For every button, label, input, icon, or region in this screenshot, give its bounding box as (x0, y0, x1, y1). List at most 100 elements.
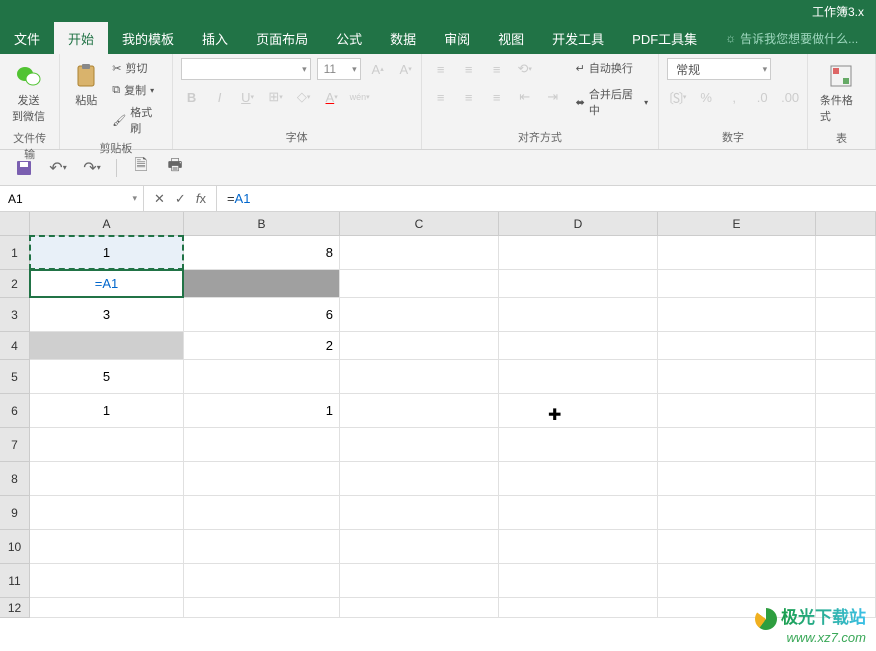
save-button[interactable] (14, 158, 34, 178)
cell-extra-7[interactable] (816, 428, 876, 462)
row-header-7[interactable]: 7 (0, 428, 30, 462)
phonetic-button[interactable]: wén▾ (349, 86, 371, 108)
cell-a6[interactable]: 1 (30, 394, 184, 428)
cell-d8[interactable] (499, 462, 658, 496)
cell-extra-10[interactable] (816, 530, 876, 564)
cell-a2[interactable]: =A1 (30, 270, 184, 298)
cell-b9[interactable] (184, 496, 340, 530)
col-header-c[interactable]: C (340, 212, 499, 236)
col-header-d[interactable]: D (499, 212, 658, 236)
cell-a10[interactable] (30, 530, 184, 564)
cell-extra-4[interactable] (816, 332, 876, 360)
send-to-wechat-button[interactable]: 发送 到微信 (8, 58, 49, 128)
cell-a11[interactable] (30, 564, 184, 598)
cell-a5[interactable]: 5 (30, 360, 184, 394)
cell-d9[interactable] (499, 496, 658, 530)
merge-center-button[interactable]: ⬌合并后居中▾ (574, 84, 650, 120)
tell-me[interactable]: ☼ 告诉我您想要做什么... (725, 22, 858, 54)
confirm-formula-button[interactable]: ✓ (175, 191, 186, 207)
cell-c7[interactable] (340, 428, 499, 462)
cell-c10[interactable] (340, 530, 499, 564)
cell-b7[interactable] (184, 428, 340, 462)
conditional-formatting-button[interactable]: 条件格式 (816, 58, 867, 128)
cell-d1[interactable] (499, 236, 658, 270)
cell-b3[interactable]: 6 (184, 298, 340, 332)
cell-e4[interactable] (658, 332, 816, 360)
cell-e12[interactable] (658, 598, 816, 618)
cell-d6[interactable] (499, 394, 658, 428)
align-bottom-button[interactable]: ≡ (486, 58, 508, 80)
copy-button[interactable]: ⧉复制▾ (110, 80, 163, 100)
fill-color-button[interactable]: ◇▾ (293, 86, 315, 108)
cell-b10[interactable] (184, 530, 340, 564)
cell-e6[interactable] (658, 394, 816, 428)
cell-extra-5[interactable] (816, 360, 876, 394)
menu-layout[interactable]: 页面布局 (242, 22, 322, 54)
comma-button[interactable]: , (723, 86, 745, 108)
col-header-extra[interactable] (816, 212, 876, 236)
increase-font-button[interactable]: A▴ (367, 58, 389, 80)
undo-button[interactable]: ↶▾ (48, 158, 68, 178)
cell-c6[interactable] (340, 394, 499, 428)
row-header-12[interactable]: 12 (0, 598, 30, 618)
cell-b6[interactable]: 1 (184, 394, 340, 428)
percent-button[interactable]: % (695, 86, 717, 108)
cell-extra-3[interactable] (816, 298, 876, 332)
cell-c4[interactable] (340, 332, 499, 360)
align-top-button[interactable]: ≡ (430, 58, 452, 80)
col-header-e[interactable]: E (658, 212, 816, 236)
cell-e7[interactable] (658, 428, 816, 462)
formula-input[interactable]: =A1 (217, 186, 876, 211)
menu-pdf[interactable]: PDF工具集 (618, 22, 711, 54)
select-all-corner[interactable] (0, 212, 30, 236)
cell-b11[interactable] (184, 564, 340, 598)
orientation-button[interactable]: ⟲▾ (514, 58, 536, 80)
row-header-5[interactable]: 5 (0, 360, 30, 394)
cell-extra-6[interactable] (816, 394, 876, 428)
row-header-6[interactable]: 6 (0, 394, 30, 428)
cell-d11[interactable] (499, 564, 658, 598)
cell-d2[interactable] (499, 270, 658, 298)
row-header-11[interactable]: 11 (0, 564, 30, 598)
cell-c8[interactable] (340, 462, 499, 496)
cell-d12[interactable] (499, 598, 658, 618)
cell-a1[interactable]: 1 (30, 236, 184, 270)
col-header-b[interactable]: B (184, 212, 340, 236)
print-button[interactable]: 🖶 (165, 158, 185, 178)
underline-button[interactable]: U▾ (237, 86, 259, 108)
col-header-a[interactable]: A (30, 212, 184, 236)
row-header-10[interactable]: 10 (0, 530, 30, 564)
cell-extra-8[interactable] (816, 462, 876, 496)
menu-template[interactable]: 我的模板 (108, 22, 188, 54)
cell-a4[interactable] (30, 332, 184, 360)
menu-data[interactable]: 数据 (376, 22, 430, 54)
cut-button[interactable]: ✂剪切 (110, 58, 163, 78)
cell-e8[interactable] (658, 462, 816, 496)
row-header-2[interactable]: 2 (0, 270, 30, 298)
italic-button[interactable]: I (209, 86, 231, 108)
cell-c2[interactable] (340, 270, 499, 298)
menu-review[interactable]: 审阅 (430, 22, 484, 54)
cell-extra-1[interactable] (816, 236, 876, 270)
borders-button[interactable]: ⊞▾ (265, 86, 287, 108)
print-preview-button[interactable]: 🗎 (131, 158, 151, 178)
cell-b1[interactable]: 8 (184, 236, 340, 270)
name-box[interactable]: A1 ▾ (0, 186, 144, 211)
cell-e1[interactable] (658, 236, 816, 270)
row-header-4[interactable]: 4 (0, 332, 30, 360)
redo-button[interactable]: ↷▾ (82, 158, 102, 178)
cell-a3[interactable]: 3 (30, 298, 184, 332)
paste-button[interactable]: 粘贴 (68, 58, 104, 112)
cell-extra-12[interactable] (816, 598, 876, 618)
font-name-dropdown[interactable]: ▾ (181, 58, 311, 80)
menu-formula[interactable]: 公式 (322, 22, 376, 54)
cell-e2[interactable] (658, 270, 816, 298)
cell-a7[interactable] (30, 428, 184, 462)
menu-view[interactable]: 视图 (484, 22, 538, 54)
cell-a8[interactable] (30, 462, 184, 496)
align-right-button[interactable]: ≡ (486, 86, 508, 108)
font-size-dropdown[interactable]: 11▾ (317, 58, 361, 80)
cancel-formula-button[interactable]: ✕ (154, 191, 165, 207)
cell-b4[interactable]: 2 (184, 332, 340, 360)
cell-c5[interactable] (340, 360, 499, 394)
